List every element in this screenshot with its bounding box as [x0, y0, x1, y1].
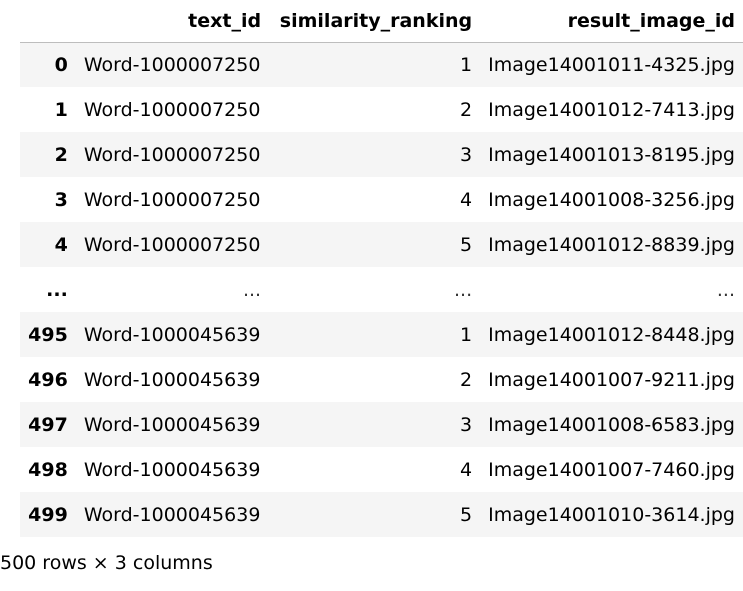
cell-text-id: Word-1000045639 [83, 458, 261, 481]
table-row: 1 Word-1000007250 2 Image14001012-7413.j… [20, 87, 743, 132]
row-index: 497 [28, 413, 68, 436]
cell-text-id: Word-1000045639 [83, 323, 261, 346]
cell-result-image-id: Image14001007-7460.jpg [488, 458, 735, 481]
cell-similarity-ranking: 5 [460, 503, 473, 526]
cell-result-image-id: Image14001007-9211.jpg [488, 368, 735, 391]
cell-text-id: ... [242, 278, 262, 301]
cell-result-image-id: Image14001008-3256.jpg [488, 188, 735, 211]
dataframe-shape-caption: 500 rows × 3 columns [0, 552, 213, 574]
row-index: 0 [54, 53, 68, 76]
cell-result-image-id: ... [716, 278, 735, 301]
cell-similarity-ranking: 4 [460, 188, 473, 211]
cell-result-image-id: Image14001012-8839.jpg [488, 233, 735, 256]
column-header-similarity-ranking: similarity_ranking [269, 0, 481, 43]
row-index: 499 [28, 503, 68, 526]
cell-result-image-id: Image14001013-8195.jpg [488, 143, 735, 166]
row-index: 496 [28, 368, 68, 391]
cell-result-image-id: Image14001012-7413.jpg [488, 98, 735, 121]
cell-text-id: Word-1000045639 [83, 413, 261, 436]
table-row: 0 Word-1000007250 1 Image14001011-4325.j… [20, 42, 743, 87]
table-row: 496 Word-1000045639 2 Image14001007-9211… [20, 357, 743, 402]
cell-text-id: Word-1000007250 [83, 143, 261, 166]
cell-similarity-ranking: 2 [460, 368, 473, 391]
row-index: 498 [28, 458, 68, 481]
cell-similarity-ranking: 2 [460, 98, 473, 121]
table-row: 2 Word-1000007250 3 Image14001013-8195.j… [20, 132, 743, 177]
table-row: 495 Word-1000045639 1 Image14001012-8448… [20, 312, 743, 357]
cell-result-image-id: Image14001011-4325.jpg [488, 53, 735, 76]
column-header-result-image-id: result_image_id [480, 0, 743, 43]
cell-similarity-ranking: 3 [460, 143, 473, 166]
cell-text-id: Word-1000045639 [83, 503, 261, 526]
table-header: text_id similarity_ranking result_image_… [20, 0, 743, 43]
column-header-text-id: text_id [75, 0, 270, 43]
cell-result-image-id: Image14001012-8448.jpg [488, 323, 735, 346]
cell-text-id: Word-1000007250 [83, 98, 261, 121]
cell-result-image-id: Image14001008-6583.jpg [488, 413, 735, 436]
cell-result-image-id: Image14001010-3614.jpg [488, 503, 735, 526]
table-body: 0 Word-1000007250 1 Image14001011-4325.j… [20, 42, 743, 537]
table-row: 498 Word-1000045639 4 Image14001007-7460… [20, 447, 743, 492]
cell-text-id: Word-1000007250 [83, 53, 261, 76]
cell-similarity-ranking: 3 [460, 413, 473, 436]
row-index: ... [46, 278, 68, 301]
row-index: 2 [54, 143, 68, 166]
cell-similarity-ranking: 1 [460, 323, 473, 346]
table-row: 497 Word-1000045639 3 Image14001008-6583… [20, 402, 743, 447]
table-row: 3 Word-1000007250 4 Image14001008-3256.j… [20, 177, 743, 222]
row-index: 495 [28, 323, 68, 346]
cell-similarity-ranking: 4 [460, 458, 473, 481]
row-index: 1 [54, 98, 68, 121]
table-row: 4 Word-1000007250 5 Image14001012-8839.j… [20, 222, 743, 267]
dataframe-output: text_id similarity_ranking result_image_… [20, 0, 743, 537]
cell-similarity-ranking: ... [453, 278, 473, 301]
cell-text-id: Word-1000007250 [83, 233, 261, 256]
cell-text-id: Word-1000045639 [83, 368, 261, 391]
cell-similarity-ranking: 1 [460, 53, 473, 76]
header-row: text_id similarity_ranking result_image_… [20, 0, 743, 43]
index-header [20, 0, 76, 43]
row-index: 3 [54, 188, 68, 211]
row-index: 4 [54, 233, 68, 256]
table-row-ellipsis: ... ... ... ... [20, 267, 743, 312]
cell-text-id: Word-1000007250 [83, 188, 261, 211]
cell-similarity-ranking: 5 [460, 233, 473, 256]
table-row: 499 Word-1000045639 5 Image14001010-3614… [20, 492, 743, 537]
dataframe-table: text_id similarity_ranking result_image_… [20, 0, 743, 537]
